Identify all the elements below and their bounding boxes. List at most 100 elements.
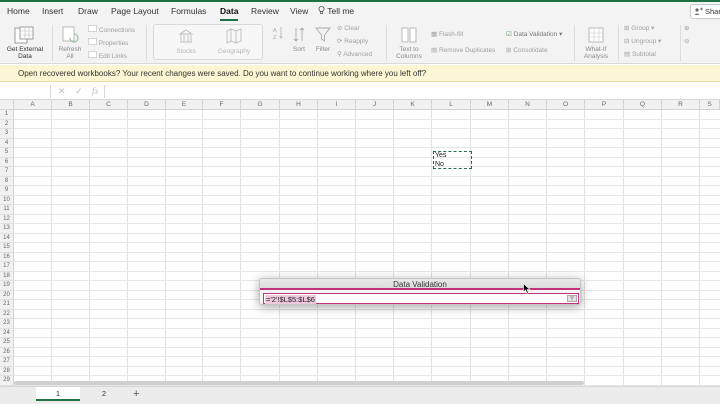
add-sheet-button[interactable]: + bbox=[133, 388, 139, 400]
row-header[interactable]: 4 bbox=[0, 138, 14, 148]
row-header[interactable]: 14 bbox=[0, 233, 14, 243]
row-header[interactable]: 1 bbox=[0, 110, 14, 120]
row-header[interactable]: 9 bbox=[0, 186, 14, 196]
formula-input[interactable] bbox=[106, 83, 720, 100]
remove-duplicates-button[interactable]: ▤ Remove Duplicates bbox=[431, 47, 495, 55]
text-to-columns-label: Text to Columns bbox=[396, 46, 422, 60]
sort-button[interactable]: Sort bbox=[287, 24, 311, 62]
tab-view[interactable]: View bbox=[290, 6, 308, 16]
column-header[interactable]: D bbox=[128, 100, 166, 110]
row-header[interactable]: 25 bbox=[0, 338, 14, 348]
refresh-all-button[interactable]: Refresh All bbox=[56, 24, 84, 62]
select-all-corner[interactable] bbox=[0, 100, 14, 110]
tab-home[interactable]: Home bbox=[7, 6, 30, 16]
sheet-tab-2[interactable]: 2 bbox=[82, 387, 126, 401]
row-header[interactable]: 10 bbox=[0, 195, 14, 205]
tab-page-layout[interactable]: Page Layout bbox=[111, 6, 159, 16]
tab-review[interactable]: Review bbox=[251, 6, 279, 16]
enter-icon[interactable]: ✓ bbox=[75, 86, 83, 97]
row-header[interactable]: 7 bbox=[0, 167, 14, 177]
get-external-data-button[interactable]: Get External Data bbox=[4, 24, 46, 62]
properties-button[interactable]: Properties bbox=[88, 38, 128, 48]
consolidate-button[interactable]: ⊞ Consolidate bbox=[506, 47, 548, 55]
range-reference-input[interactable]: ='2'!$L$5:$L$6 bbox=[263, 293, 579, 304]
column-header[interactable]: S bbox=[700, 100, 720, 110]
row-header[interactable]: 13 bbox=[0, 224, 14, 234]
row-header[interactable]: 16 bbox=[0, 252, 14, 262]
insert-function-icon[interactable]: fx bbox=[92, 86, 99, 96]
row-header[interactable]: 27 bbox=[0, 357, 14, 367]
row-header[interactable]: 22 bbox=[0, 309, 14, 319]
row-header[interactable]: 23 bbox=[0, 319, 14, 329]
tab-insert[interactable]: Insert bbox=[42, 6, 63, 16]
expand-dialog-button[interactable] bbox=[567, 295, 577, 302]
row-header[interactable]: 24 bbox=[0, 328, 14, 338]
clear-button[interactable]: ⊘ Clear bbox=[337, 25, 360, 33]
row-header[interactable]: 19 bbox=[0, 281, 14, 291]
row-header[interactable]: 28 bbox=[0, 366, 14, 376]
tab-data[interactable]: Data bbox=[220, 6, 239, 21]
column-header[interactable]: I bbox=[318, 100, 356, 110]
column-header[interactable]: K bbox=[394, 100, 432, 110]
geography-button[interactable]: Geography bbox=[210, 27, 258, 57]
row-header[interactable]: 26 bbox=[0, 347, 14, 357]
advanced-filter-button[interactable]: ⚲ Advanced bbox=[337, 51, 372, 59]
data-validation-button[interactable]: ☑ Data Validation ▾ bbox=[506, 31, 562, 39]
hide-detail-button[interactable]: ⊖ bbox=[684, 38, 689, 46]
edit-links-button[interactable]: Edit Links bbox=[88, 51, 127, 61]
row-header[interactable]: 11 bbox=[0, 205, 14, 215]
column-header[interactable]: C bbox=[90, 100, 128, 110]
column-header[interactable]: B bbox=[52, 100, 90, 110]
column-header[interactable]: P bbox=[585, 100, 624, 110]
row-header[interactable]: 17 bbox=[0, 262, 14, 272]
row-header[interactable]: 8 bbox=[0, 176, 14, 186]
row-header[interactable]: 18 bbox=[0, 271, 14, 281]
tab-draw[interactable]: Draw bbox=[78, 6, 98, 16]
text-to-columns-button[interactable]: Text to Columns bbox=[390, 24, 428, 62]
flash-fill-button[interactable]: ▦ Flash-fill bbox=[431, 31, 463, 39]
row-header[interactable]: 12 bbox=[0, 214, 14, 224]
show-detail-button[interactable]: ⊕ bbox=[684, 25, 689, 33]
connections-button[interactable]: Connections bbox=[88, 25, 135, 35]
row-header[interactable]: 5 bbox=[0, 148, 14, 158]
worksheet-grid[interactable] bbox=[14, 110, 720, 386]
column-header[interactable]: A bbox=[14, 100, 52, 110]
gridline bbox=[584, 110, 585, 385]
column-header[interactable]: G bbox=[241, 100, 280, 110]
column-header[interactable]: M bbox=[471, 100, 509, 110]
tell-me-label: Tell me bbox=[327, 6, 355, 16]
reapply-button[interactable]: ⟳ Reapply bbox=[337, 38, 368, 46]
column-header[interactable]: N bbox=[509, 100, 547, 110]
ungroup-button[interactable]: ⊟ Ungroup ▾ bbox=[624, 38, 661, 46]
cancel-icon[interactable]: ✕ bbox=[58, 86, 66, 97]
data-types-gallery[interactable]: Stocks Geography bbox=[153, 24, 263, 60]
column-header[interactable]: L bbox=[432, 100, 471, 110]
column-header[interactable]: O bbox=[547, 100, 585, 110]
column-header[interactable]: J bbox=[356, 100, 394, 110]
gridline bbox=[14, 327, 720, 329]
tab-formulas[interactable]: Formulas bbox=[171, 6, 206, 16]
row-header[interactable]: 3 bbox=[0, 129, 14, 139]
column-header[interactable]: E bbox=[166, 100, 203, 110]
what-if-analysis-button[interactable]: What-If Analysis bbox=[578, 24, 614, 62]
row-header[interactable]: 15 bbox=[0, 243, 14, 253]
ribbon-separator bbox=[618, 25, 619, 61]
row-header[interactable]: 21 bbox=[0, 300, 14, 310]
column-header[interactable]: Q bbox=[624, 100, 662, 110]
row-header[interactable]: 29 bbox=[0, 376, 14, 386]
name-box[interactable] bbox=[0, 83, 50, 100]
stocks-button[interactable]: Stocks bbox=[162, 27, 210, 57]
column-header[interactable]: R bbox=[662, 100, 700, 110]
row-header[interactable]: 2 bbox=[0, 119, 14, 129]
filter-button[interactable]: Filter bbox=[311, 24, 335, 62]
column-header[interactable]: H bbox=[280, 100, 318, 110]
share-button[interactable]: Share bbox=[690, 4, 720, 19]
row-header[interactable]: 20 bbox=[0, 290, 14, 300]
sheet-tab-1[interactable]: 1 bbox=[36, 387, 80, 401]
horizontal-scrollbar[interactable] bbox=[14, 381, 584, 385]
subtotal-button[interactable]: ▤ Subtotal bbox=[624, 51, 656, 59]
tell-me-search[interactable]: Tell me bbox=[318, 6, 354, 16]
column-header[interactable]: F bbox=[203, 100, 241, 110]
group-button[interactable]: ⊞ Group ▾ bbox=[624, 25, 654, 33]
row-header[interactable]: 6 bbox=[0, 157, 14, 167]
